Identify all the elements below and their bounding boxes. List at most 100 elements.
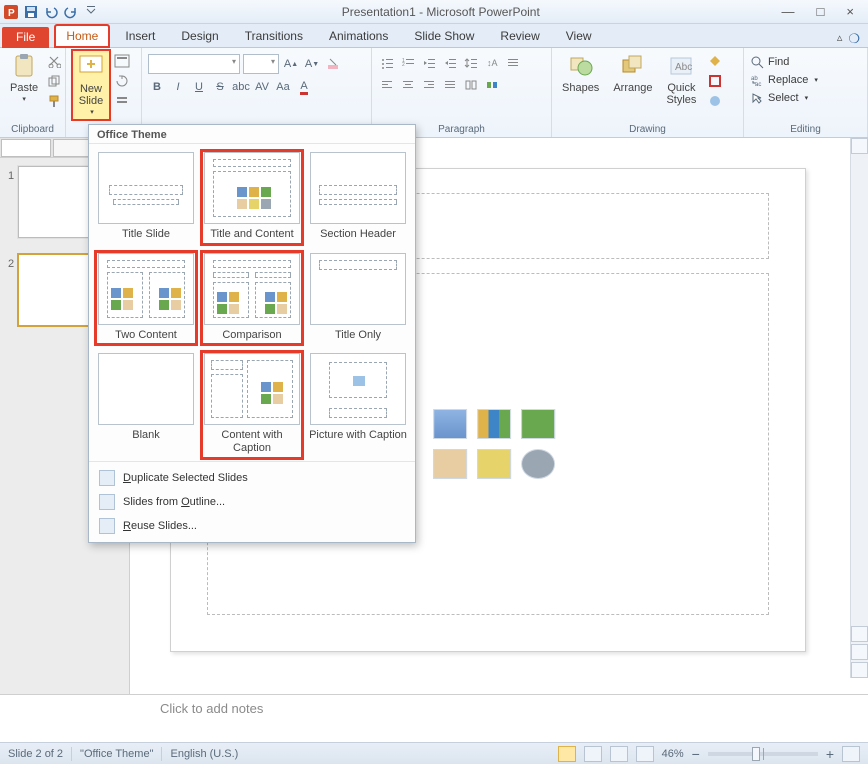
section-icon[interactable] bbox=[113, 92, 131, 110]
insert-picture-icon[interactable] bbox=[433, 449, 467, 479]
change-case-icon[interactable]: Aa bbox=[274, 78, 292, 96]
decrease-font-icon[interactable]: A▼ bbox=[303, 55, 321, 73]
font-family-dropdown[interactable] bbox=[148, 54, 240, 74]
close-button[interactable]: × bbox=[846, 4, 854, 19]
quick-styles-button[interactable]: Abc Quick Styles bbox=[662, 50, 700, 108]
cut-icon[interactable] bbox=[45, 52, 63, 70]
layout-blank[interactable]: Blank bbox=[95, 351, 197, 458]
tab-slideshow[interactable]: Slide Show bbox=[404, 26, 484, 47]
fit-to-window-icon[interactable] bbox=[842, 746, 860, 762]
shape-fill-icon[interactable] bbox=[706, 52, 724, 70]
align-text-icon[interactable] bbox=[504, 54, 522, 72]
status-language[interactable]: English (U.S.) bbox=[170, 748, 238, 760]
reuse-slides-command[interactable]: Reuse Slides... bbox=[89, 514, 415, 538]
align-left-icon[interactable] bbox=[378, 76, 396, 94]
decrease-indent-icon[interactable] bbox=[420, 54, 438, 72]
italic-icon[interactable]: I bbox=[169, 78, 187, 96]
normal-view-icon[interactable] bbox=[558, 746, 576, 762]
layout-two-content[interactable]: Two Content bbox=[95, 251, 197, 346]
layout-title-slide[interactable]: Title Slide bbox=[95, 150, 197, 245]
copy-icon[interactable] bbox=[45, 72, 63, 90]
next-slide-icon[interactable] bbox=[851, 662, 868, 678]
reading-view-icon[interactable] bbox=[610, 746, 628, 762]
convert-smartart-icon[interactable] bbox=[483, 76, 501, 94]
shadow-icon[interactable]: abc bbox=[232, 78, 250, 96]
justify-icon[interactable] bbox=[441, 76, 459, 94]
tab-design[interactable]: Design bbox=[171, 26, 228, 47]
prev-slide-icon[interactable] bbox=[851, 644, 868, 660]
new-slide-button[interactable]: New Slide▾ bbox=[72, 50, 110, 120]
increase-font-icon[interactable]: A▲ bbox=[282, 55, 300, 73]
font-size-dropdown[interactable] bbox=[243, 54, 279, 74]
tab-insert[interactable]: Insert bbox=[115, 26, 165, 47]
align-right-icon[interactable] bbox=[420, 76, 438, 94]
tab-animations[interactable]: Animations bbox=[319, 26, 398, 47]
notes-pane[interactable]: Click to add notes bbox=[0, 694, 868, 742]
maximize-button[interactable]: □ bbox=[817, 4, 825, 19]
slide-number-1: 1 bbox=[4, 166, 18, 182]
insert-table-icon[interactable] bbox=[433, 409, 467, 439]
char-spacing-icon[interactable]: AV bbox=[253, 78, 271, 96]
insert-chart-icon[interactable] bbox=[477, 409, 511, 439]
insert-smartart-icon[interactable] bbox=[521, 409, 555, 439]
clear-format-icon[interactable] bbox=[324, 55, 342, 73]
tab-view[interactable]: View bbox=[556, 26, 602, 47]
columns-icon[interactable] bbox=[462, 76, 480, 94]
zoom-in-icon[interactable]: + bbox=[826, 746, 834, 762]
arrange-button[interactable]: Arrange bbox=[609, 50, 656, 96]
scroll-down-icon[interactable] bbox=[851, 626, 868, 642]
notes-placeholder[interactable]: Click to add notes bbox=[160, 701, 858, 716]
layout-title-only[interactable]: Title Only bbox=[307, 251, 409, 346]
bullets-icon[interactable] bbox=[378, 54, 396, 72]
replace-button[interactable]: abac Replace▾ bbox=[750, 72, 818, 88]
shape-effects-icon[interactable] bbox=[706, 92, 724, 110]
duplicate-slides-command[interactable]: Duplicate Selected Slides bbox=[89, 466, 415, 490]
tab-home[interactable]: Home bbox=[55, 25, 109, 47]
insert-media-icon[interactable] bbox=[521, 449, 555, 479]
underline-icon[interactable]: U bbox=[190, 78, 208, 96]
slideshow-view-icon[interactable] bbox=[636, 746, 654, 762]
sorter-view-icon[interactable] bbox=[584, 746, 602, 762]
redo-icon[interactable] bbox=[62, 3, 80, 21]
tab-transitions[interactable]: Transitions bbox=[235, 26, 313, 47]
undo-icon[interactable] bbox=[42, 3, 60, 21]
layout-section-header[interactable]: Section Header bbox=[307, 150, 409, 245]
strike-icon[interactable]: S bbox=[211, 78, 229, 96]
format-painter-icon[interactable] bbox=[45, 92, 63, 110]
align-center-icon[interactable] bbox=[399, 76, 417, 94]
select-button[interactable]: Select▾ bbox=[750, 90, 808, 106]
insert-clipart-icon[interactable] bbox=[477, 449, 511, 479]
reset-icon[interactable] bbox=[113, 72, 131, 90]
scroll-up-icon[interactable] bbox=[851, 138, 868, 154]
paste-button[interactable]: Paste ▾ bbox=[6, 50, 42, 106]
shape-outline-icon[interactable] bbox=[706, 72, 724, 90]
layout-title-and-content[interactable]: Title and Content bbox=[201, 150, 303, 245]
save-icon[interactable] bbox=[22, 3, 40, 21]
shapes-button[interactable]: Shapes bbox=[558, 50, 603, 96]
file-tab[interactable]: File bbox=[2, 27, 49, 48]
slides-from-outline-command[interactable]: Slides from Outline... bbox=[89, 490, 415, 514]
tab-review[interactable]: Review bbox=[490, 26, 549, 47]
zoom-out-icon[interactable]: − bbox=[692, 746, 700, 762]
find-button[interactable]: Find bbox=[750, 54, 789, 70]
bold-icon[interactable]: B bbox=[148, 78, 166, 96]
layout-content-with-caption[interactable]: Content with Caption bbox=[201, 351, 303, 458]
group-drawing: Shapes Arrange Abc Quick Styles Drawing bbox=[552, 48, 744, 137]
help-icon[interactable]: ❍ bbox=[848, 31, 860, 47]
layout-icon[interactable] bbox=[113, 52, 131, 70]
status-zoom[interactable]: 46% bbox=[662, 748, 684, 760]
text-direction-icon[interactable]: ↕A bbox=[483, 54, 501, 72]
vertical-scrollbar[interactable] bbox=[850, 138, 868, 678]
layout-comparison[interactable]: Comparison bbox=[201, 251, 303, 346]
svg-text:↕A: ↕A bbox=[487, 58, 498, 68]
zoom-slider[interactable] bbox=[708, 752, 818, 756]
line-spacing-icon[interactable] bbox=[462, 54, 480, 72]
increase-indent-icon[interactable] bbox=[441, 54, 459, 72]
customize-qat-icon[interactable] bbox=[82, 3, 100, 21]
slides-tab[interactable] bbox=[1, 139, 51, 157]
minimize-button[interactable]: — bbox=[782, 4, 795, 19]
layout-picture-with-caption[interactable]: Picture with Caption bbox=[307, 351, 409, 458]
font-color-icon[interactable]: A bbox=[295, 78, 313, 96]
ribbon-minimize-icon[interactable]: ▵ bbox=[837, 31, 843, 47]
numbering-icon[interactable]: 12 bbox=[399, 54, 417, 72]
